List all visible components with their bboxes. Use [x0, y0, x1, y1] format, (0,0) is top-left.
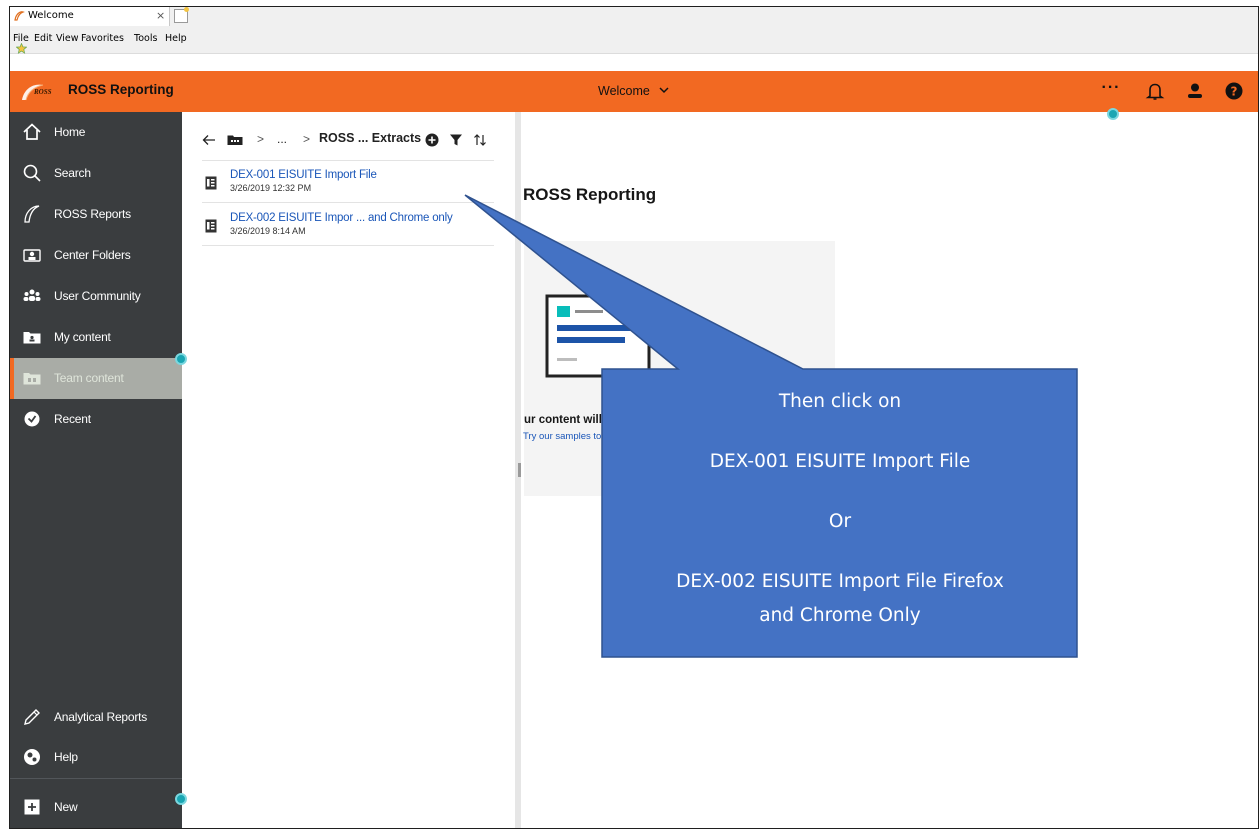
callout-line: Then click on	[778, 391, 902, 412]
marker-dot	[175, 353, 187, 365]
callout-line: DEX-001 EISUITE Import File	[709, 451, 971, 472]
callout-line: and Chrome Only	[759, 605, 921, 626]
callout-text: Then click on DEX-001 EISUITE Import Fil…	[602, 369, 1078, 657]
browser-window: Welcome × File Edit View Favorites Tools…	[9, 6, 1259, 829]
callout-line: DEX-002 EISUITE Import File Firefox	[676, 571, 1004, 592]
marker-dot	[1107, 108, 1119, 120]
marker-dot	[175, 793, 187, 805]
callout-line: Or	[828, 511, 852, 532]
